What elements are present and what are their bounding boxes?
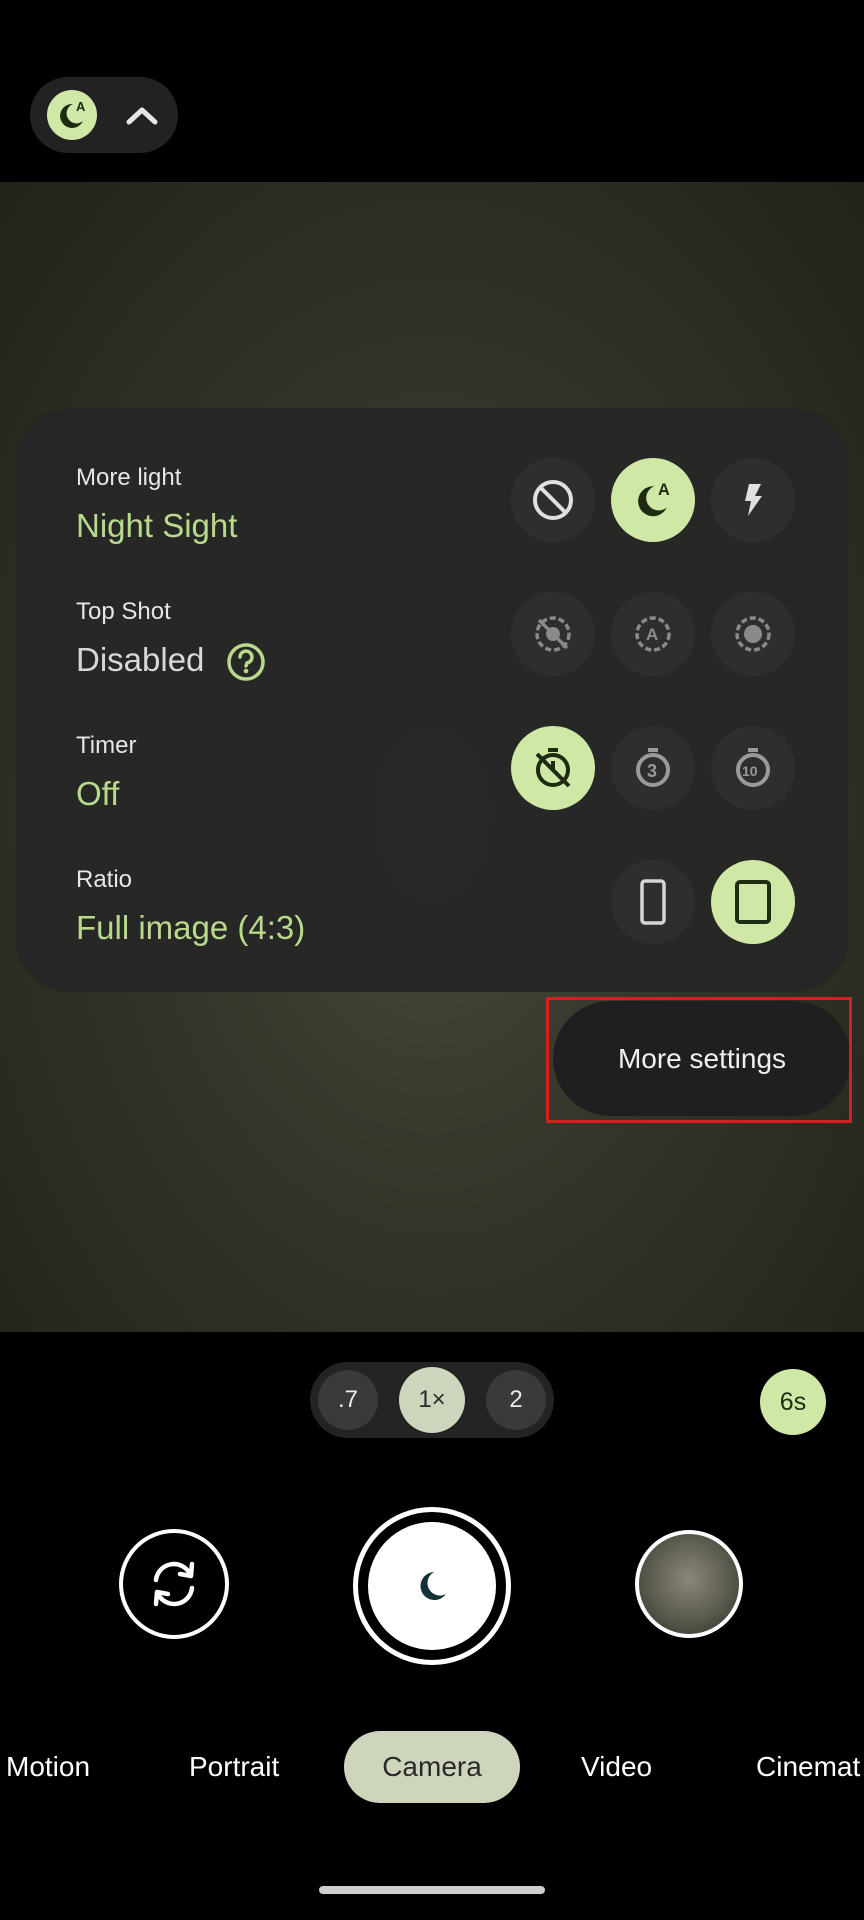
zoom-0-7-button[interactable]: .7 (318, 1370, 378, 1430)
chevron-up-icon[interactable] (122, 95, 162, 135)
top-shot-off-icon (535, 616, 571, 652)
more-light-value: Night Sight (76, 507, 238, 544)
night-sight-quick-toggle[interactable]: A (30, 77, 178, 153)
svg-text:A: A (76, 99, 86, 114)
mode-video[interactable]: Video (581, 1731, 652, 1803)
more-light-label: More light (76, 464, 182, 491)
mode-camera[interactable]: Camera (344, 1731, 520, 1803)
top-shot-label: Top Shot (76, 598, 171, 625)
ratio-label: Ratio (76, 866, 133, 893)
ratio-full-button[interactable] (711, 860, 795, 944)
mode-motion[interactable]: Motion (6, 1731, 90, 1803)
ratio-wide-button[interactable] (611, 860, 695, 944)
svg-text:10: 10 (742, 763, 758, 779)
ratio-row: Ratio Full image (4:3) (16, 810, 848, 946)
timer-3-icon: 3 (636, 748, 670, 787)
timer-row: Timer Off 3 10 (16, 676, 848, 812)
timer-off-button[interactable] (511, 726, 595, 810)
ratio-full-icon (735, 880, 771, 924)
light-off-button[interactable] (511, 458, 595, 542)
top-shot-on-button[interactable] (711, 592, 795, 676)
shutter-inner (368, 1522, 496, 1650)
home-indicator[interactable] (319, 1886, 545, 1894)
off-icon (533, 480, 573, 520)
top-shot-auto-icon: A (635, 616, 671, 652)
flash-icon (745, 484, 762, 516)
night-sight-button[interactable]: A (611, 458, 695, 542)
timer-10-button[interactable]: 10 (711, 726, 795, 810)
zoom-1x-button[interactable]: 1× (399, 1367, 465, 1433)
shutter-button[interactable] (353, 1507, 511, 1665)
timer-3-button[interactable]: 3 (611, 726, 695, 810)
zoom-2x-button[interactable]: 2 (486, 1370, 546, 1430)
ratio-value: Full image (4:3) (76, 909, 306, 946)
timer-10-icon: 10 (736, 748, 770, 787)
top-shot-row: Top Shot Disabled A (16, 542, 848, 682)
timer-off-icon (535, 748, 571, 788)
svg-text:3: 3 (647, 761, 657, 781)
zoom-selector: .7 1× 2 (310, 1362, 554, 1438)
top-shot-value-text: Disabled (76, 641, 205, 678)
top-shot-off-button[interactable] (511, 592, 595, 676)
ratio-wide-icon (640, 879, 666, 925)
moon-icon (420, 1572, 446, 1600)
last-photo-thumbnail[interactable] (635, 1530, 743, 1638)
top-shot-on-icon (735, 616, 771, 652)
timer-value: Off (76, 775, 120, 812)
mode-portrait[interactable]: Portrait (189, 1731, 279, 1803)
night-sight-auto-icon: A (47, 90, 97, 140)
quick-settings-panel: More light Night Sight A Top Shot Disabl… (16, 408, 848, 992)
top-shot-auto-button[interactable]: A (611, 592, 695, 676)
more-light-row: More light Night Sight A (16, 408, 848, 544)
timer-label: Timer (76, 732, 137, 759)
switch-camera-button[interactable] (119, 1529, 229, 1639)
mode-cinematic[interactable]: Cinemat (756, 1731, 860, 1803)
switch-camera-icon (153, 1561, 195, 1607)
highlight-box (546, 997, 852, 1123)
night-sight-auto-icon: A (638, 481, 670, 517)
flash-button[interactable] (711, 458, 795, 542)
svg-text:A: A (646, 625, 658, 644)
svg-text:A: A (658, 481, 670, 499)
night-sight-timer-badge[interactable]: 6s (760, 1369, 826, 1435)
